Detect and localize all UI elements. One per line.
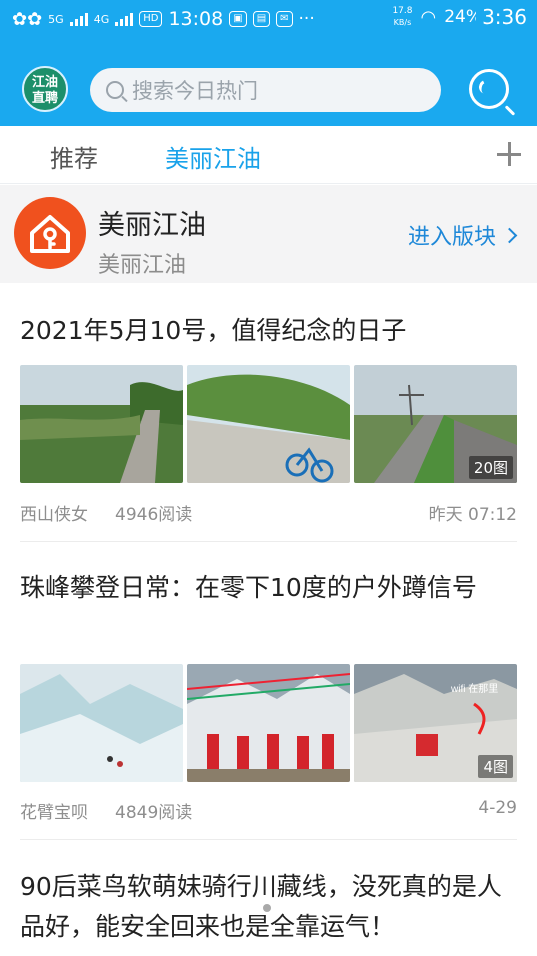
- image-caption: wifi 在那里: [450, 683, 498, 695]
- signal-icon-2: [115, 12, 134, 26]
- article-reads: 4946阅读: [115, 505, 193, 525]
- search-placeholder: 搜索今日热门: [132, 79, 258, 103]
- signal-icon-1: [69, 12, 88, 26]
- tab-bar: 推荐 美丽江油: [0, 126, 537, 184]
- article-time: 4-29: [478, 798, 517, 818]
- network-4g: 4G: [93, 12, 110, 26]
- tab-recommend[interactable]: 推荐: [50, 139, 98, 174]
- app-notification-icon: ▤: [252, 11, 271, 27]
- article-title[interactable]: 2021年5月10号，值得纪念的日子: [20, 311, 517, 351]
- more-notifications-icon: ···: [298, 9, 315, 29]
- image-count-badge: 20图: [468, 456, 513, 479]
- article-image[interactable]: [20, 365, 183, 483]
- scroll-indicator-dot: [263, 904, 271, 912]
- article-image[interactable]: wifi 在那里 4图: [354, 664, 517, 782]
- article-title[interactable]: 珠峰攀登日常：在零下10度的户外蹲信号: [20, 568, 517, 608]
- search-button-icon[interactable]: [469, 69, 509, 109]
- tab-meili-jiangyou[interactable]: 美丽江油: [165, 139, 261, 174]
- add-tab-plus-icon[interactable]: [497, 142, 521, 166]
- divider: [20, 541, 517, 542]
- message-notification-icon: ✉: [276, 11, 293, 27]
- enter-section-link[interactable]: 进入版块: [407, 219, 518, 251]
- divider: [20, 839, 517, 840]
- enter-section-label: 进入版块: [407, 225, 496, 250]
- section-title: 美丽江油: [98, 210, 206, 241]
- article-image[interactable]: [187, 365, 350, 483]
- article-image[interactable]: 20图: [354, 365, 517, 483]
- search-icon: [106, 81, 124, 99]
- article-thumbnails: wifi 在那里 4图: [20, 664, 517, 782]
- net-speed-value: 17.8: [392, 6, 413, 16]
- article-reads: 4849阅读: [115, 803, 193, 823]
- logo-line-2: 直聘: [31, 91, 58, 106]
- wechat-notification-icon: ✿✿: [12, 8, 43, 30]
- chevron-right-icon: [501, 227, 518, 243]
- app-logo[interactable]: 江油 直聘: [22, 66, 68, 112]
- search-input[interactable]: 搜索今日热门: [90, 68, 441, 112]
- article-time: 昨天 07:12: [428, 505, 517, 525]
- overlay-clock: 3:36: [476, 5, 527, 29]
- article-image[interactable]: [187, 664, 350, 782]
- network-5g: 5G: [48, 12, 64, 26]
- image-count-badge: 4图: [478, 755, 513, 778]
- logo-line-1: 江油: [31, 75, 58, 90]
- article-author[interactable]: 花臂宝呗: [20, 798, 88, 823]
- status-time: 13:08: [168, 8, 224, 30]
- hd-icon: HD: [139, 11, 163, 27]
- section-header: 美丽江油 美丽江油 进入版块: [0, 185, 537, 283]
- article-image[interactable]: [20, 664, 183, 782]
- article-thumbnails: 20图: [20, 365, 517, 483]
- app-header: 江油 直聘 搜索今日热门: [0, 58, 537, 126]
- section-subtitle: 美丽江油: [98, 253, 187, 278]
- house-key-icon: [14, 197, 86, 269]
- iqiyi-notification-icon: ▣: [229, 11, 247, 27]
- status-bar: ✿✿ 5G 4G HD 13:08 ▣ ▤ ✉ ··· 17.8 KB/s ◠ …: [0, 0, 537, 58]
- net-speed-unit: KB/s: [393, 18, 412, 27]
- wifi-icon: ◠: [420, 6, 437, 28]
- article-author[interactable]: 西山侠女: [20, 500, 88, 525]
